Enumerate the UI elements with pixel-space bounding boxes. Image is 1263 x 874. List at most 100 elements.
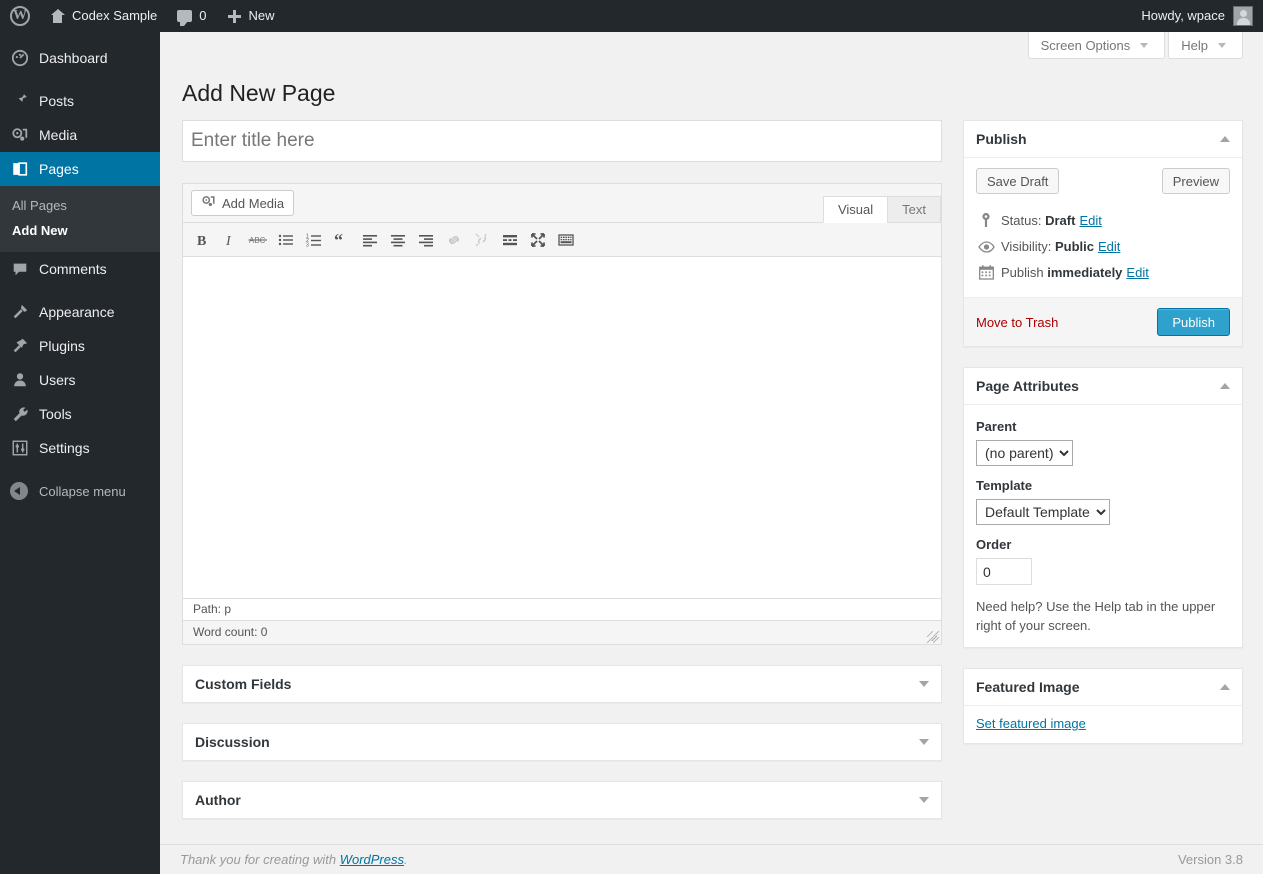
- sidebar-item-appearance[interactable]: Appearance: [0, 295, 160, 329]
- submenu-item-add-new[interactable]: Add New: [0, 218, 160, 243]
- wp-logo-menu[interactable]: W: [0, 0, 40, 32]
- house-icon: [50, 9, 65, 23]
- calendar-icon: [976, 265, 996, 280]
- template-label: Template: [976, 478, 1230, 493]
- align-right-icon[interactable]: [413, 227, 439, 253]
- status-label: Status:: [1001, 213, 1041, 228]
- fullscreen-icon[interactable]: [525, 227, 551, 253]
- metabox-custom-fields: Custom Fields: [182, 665, 942, 703]
- help-button[interactable]: Help: [1168, 32, 1243, 59]
- metabox-title: Author: [195, 792, 241, 808]
- editor-word-count: Word count: 0: [183, 620, 941, 644]
- chevron-up-icon[interactable]: [1220, 136, 1230, 142]
- page-attributes-help-note: Need help? Use the Help tab in the upper…: [976, 597, 1230, 635]
- publish-box-header[interactable]: Publish: [964, 121, 1242, 158]
- sidebar-item-label: Appearance: [39, 304, 115, 320]
- publish-box-body: Save Draft Preview Status: Draft Edit: [964, 158, 1242, 297]
- screen-options-button[interactable]: Screen Options: [1028, 32, 1166, 59]
- bold-icon[interactable]: B: [189, 227, 215, 253]
- template-select[interactable]: Default Template: [976, 499, 1110, 525]
- publish-box-footer: Move to Trash Publish: [964, 297, 1242, 346]
- align-center-icon[interactable]: [385, 227, 411, 253]
- sidebar-item-media[interactable]: Media: [0, 118, 160, 152]
- chevron-down-icon[interactable]: [919, 739, 929, 745]
- footer-version: Version 3.8: [1178, 852, 1243, 867]
- editor-toolbar: B I ABC 123 “: [183, 222, 941, 256]
- publish-button[interactable]: Publish: [1157, 308, 1230, 336]
- align-left-icon[interactable]: [357, 227, 383, 253]
- sidebar-item-plugins[interactable]: Plugins: [0, 329, 160, 363]
- page-title: Add New Page: [182, 79, 335, 108]
- tab-visual[interactable]: Visual: [823, 196, 888, 223]
- eye-icon: [976, 241, 996, 253]
- edit-status-link[interactable]: Edit: [1079, 213, 1101, 228]
- post-status-row: Status: Draft Edit: [976, 206, 1230, 233]
- link-icon[interactable]: [441, 227, 467, 253]
- metabox-header[interactable]: Author: [183, 782, 941, 818]
- metabox-discussion: Discussion: [182, 723, 942, 761]
- new-label: New: [249, 0, 275, 32]
- sidebar-item-dashboard[interactable]: Dashboard: [0, 41, 160, 75]
- preview-button[interactable]: Preview: [1162, 168, 1230, 194]
- metabox-header[interactable]: Discussion: [183, 724, 941, 760]
- parent-select[interactable]: (no parent): [976, 440, 1073, 466]
- settings-icon: [10, 438, 30, 458]
- pin-icon: [10, 91, 30, 111]
- chevron-up-icon[interactable]: [1220, 383, 1230, 389]
- my-account-menu[interactable]: Howdy, wpace: [1131, 0, 1263, 32]
- read-more-icon[interactable]: [497, 227, 523, 253]
- new-content-menu[interactable]: New: [217, 0, 285, 32]
- submenu-item-all-pages[interactable]: All Pages: [0, 193, 160, 218]
- sidebar-item-pages[interactable]: Pages: [0, 152, 160, 186]
- page-attributes-header[interactable]: Page Attributes: [964, 368, 1242, 405]
- sidebar-item-settings[interactable]: Settings: [0, 431, 160, 465]
- media-icon: [201, 194, 216, 212]
- admin-footer: Thank you for creating with WordPress. V…: [160, 844, 1263, 874]
- kitchen-sink-icon[interactable]: [553, 227, 579, 253]
- chevron-down-icon: [1218, 43, 1226, 48]
- editor-content-area[interactable]: [183, 256, 941, 598]
- move-to-trash-link[interactable]: Move to Trash: [976, 315, 1058, 330]
- page-attributes-title: Page Attributes: [976, 378, 1079, 394]
- unlink-icon[interactable]: [469, 227, 495, 253]
- chevron-down-icon[interactable]: [919, 681, 929, 687]
- bullet-list-icon[interactable]: [273, 227, 299, 253]
- strikethrough-icon[interactable]: ABC: [245, 227, 271, 253]
- comment-bubble-icon: [177, 10, 192, 22]
- publish-button-label: Publish: [1172, 315, 1215, 330]
- save-draft-button[interactable]: Save Draft: [976, 168, 1059, 194]
- preview-label: Preview: [1173, 174, 1219, 189]
- featured-image-header[interactable]: Featured Image: [964, 669, 1242, 706]
- collapse-menu-button[interactable]: Collapse menu: [0, 474, 160, 508]
- italic-icon[interactable]: I: [217, 227, 243, 253]
- sidebar-item-label: Comments: [39, 261, 107, 277]
- site-name-menu[interactable]: Codex Sample: [40, 0, 167, 32]
- howdy-label: Howdy, wpace: [1141, 0, 1225, 32]
- sidebar-item-tools[interactable]: Tools: [0, 397, 160, 431]
- order-input[interactable]: [976, 558, 1032, 585]
- chevron-down-icon[interactable]: [919, 797, 929, 803]
- wordpress-link[interactable]: WordPress: [340, 852, 404, 867]
- edit-schedule-link[interactable]: Edit: [1126, 265, 1148, 280]
- comments-bubble[interactable]: 0: [167, 0, 216, 32]
- word-count-label: Word count: 0: [193, 625, 267, 639]
- admin-sidebar-menu: Dashboard Posts Media Pages All Pages Ad…: [0, 32, 160, 874]
- sidebar-item-posts[interactable]: Posts: [0, 84, 160, 118]
- menu-spacer: [0, 286, 160, 295]
- set-featured-image-link[interactable]: Set featured image: [976, 716, 1086, 731]
- add-media-button[interactable]: Add Media: [191, 190, 294, 216]
- sidebar-item-comments[interactable]: Comments: [0, 252, 160, 286]
- screen-meta-links: Screen Options Help: [1025, 32, 1243, 59]
- numbered-list-icon[interactable]: 123: [301, 227, 327, 253]
- sidebar-item-label: Dashboard: [39, 50, 108, 66]
- edit-visibility-link[interactable]: Edit: [1098, 239, 1120, 254]
- sidebar-item-users[interactable]: Users: [0, 363, 160, 397]
- blockquote-icon[interactable]: “: [329, 227, 355, 253]
- editor-resize-handle[interactable]: [927, 631, 939, 643]
- chevron-up-icon[interactable]: [1220, 684, 1230, 690]
- post-title-input[interactable]: [182, 120, 942, 162]
- featured-image-body: Set featured image: [964, 706, 1242, 743]
- metabox-header[interactable]: Custom Fields: [183, 666, 941, 702]
- visibility-value: Public: [1055, 239, 1094, 254]
- tab-text[interactable]: Text: [887, 196, 941, 223]
